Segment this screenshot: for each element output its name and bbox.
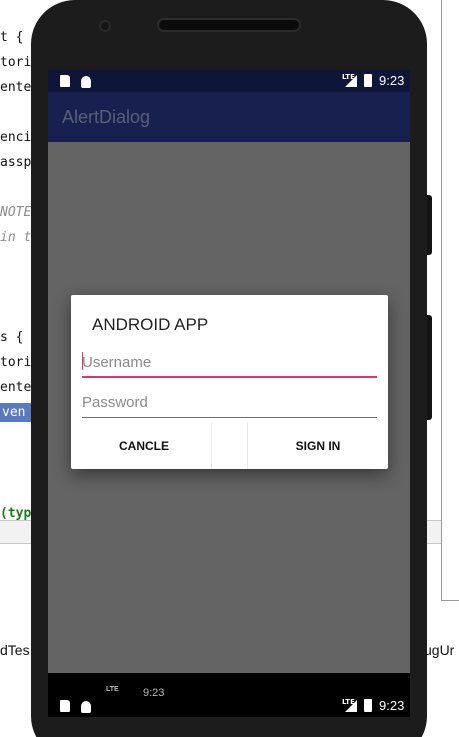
app-title: AlertDialog — [62, 107, 151, 127]
password-field[interactable] — [82, 389, 377, 418]
code-comment: NOTE — [0, 205, 32, 220]
signal-icon — [345, 75, 357, 87]
status-bar: LTE 9:23 — [48, 70, 410, 92]
button-divider — [211, 423, 212, 469]
android-icon — [81, 701, 91, 713]
code-line: s { — [0, 330, 24, 345]
code-line: t { — [0, 30, 24, 45]
text-cursor — [82, 352, 83, 370]
password-underline — [82, 417, 377, 418]
app-bar: AlertDialog — [48, 92, 410, 142]
sign-in-button[interactable]: SIGN IN — [248, 423, 388, 469]
android-icon — [81, 76, 91, 88]
volume-button[interactable] — [427, 195, 432, 255]
front-camera — [99, 20, 111, 32]
cancel-button[interactable]: CANCLE — [71, 423, 217, 469]
battery-icon — [364, 699, 372, 712]
ide-right-panel — [441, 0, 459, 601]
code-comment: in t — [0, 230, 32, 245]
username-input[interactable] — [82, 349, 377, 375]
password-input[interactable] — [82, 389, 377, 415]
earpiece-speaker — [157, 18, 301, 32]
sd-card-icon — [60, 75, 70, 87]
ide-tab-right[interactable]: ugUr — [424, 642, 454, 658]
dialog-title: ANDROID APP — [92, 315, 209, 334]
code-line: (typ — [0, 506, 32, 521]
status-time: 9:23 — [379, 73, 405, 88]
nav-time: 9:23 — [379, 698, 405, 713]
code-highlighted-line[interactable]: ven — [0, 403, 32, 422]
username-underline — [82, 376, 377, 378]
ghost-network-label: LTE — [106, 686, 119, 693]
ghost-status-time: 9:23 — [143, 687, 165, 699]
username-field[interactable] — [82, 349, 377, 378]
signal-icon — [345, 700, 357, 712]
alert-dialog: ANDROID APP CANCLE SIGN IN — [71, 295, 388, 469]
ide-tab-left[interactable]: dTes — [0, 642, 30, 658]
battery-icon — [364, 74, 372, 87]
power-button[interactable] — [427, 315, 432, 420]
sd-card-icon — [60, 700, 70, 712]
phone-screen: LTE 9:23 AlertDialog ANDROID APP CANCLE … — [48, 70, 410, 717]
navigation-bar: LTE 9:23 LTE 9:23 — [48, 673, 410, 717]
